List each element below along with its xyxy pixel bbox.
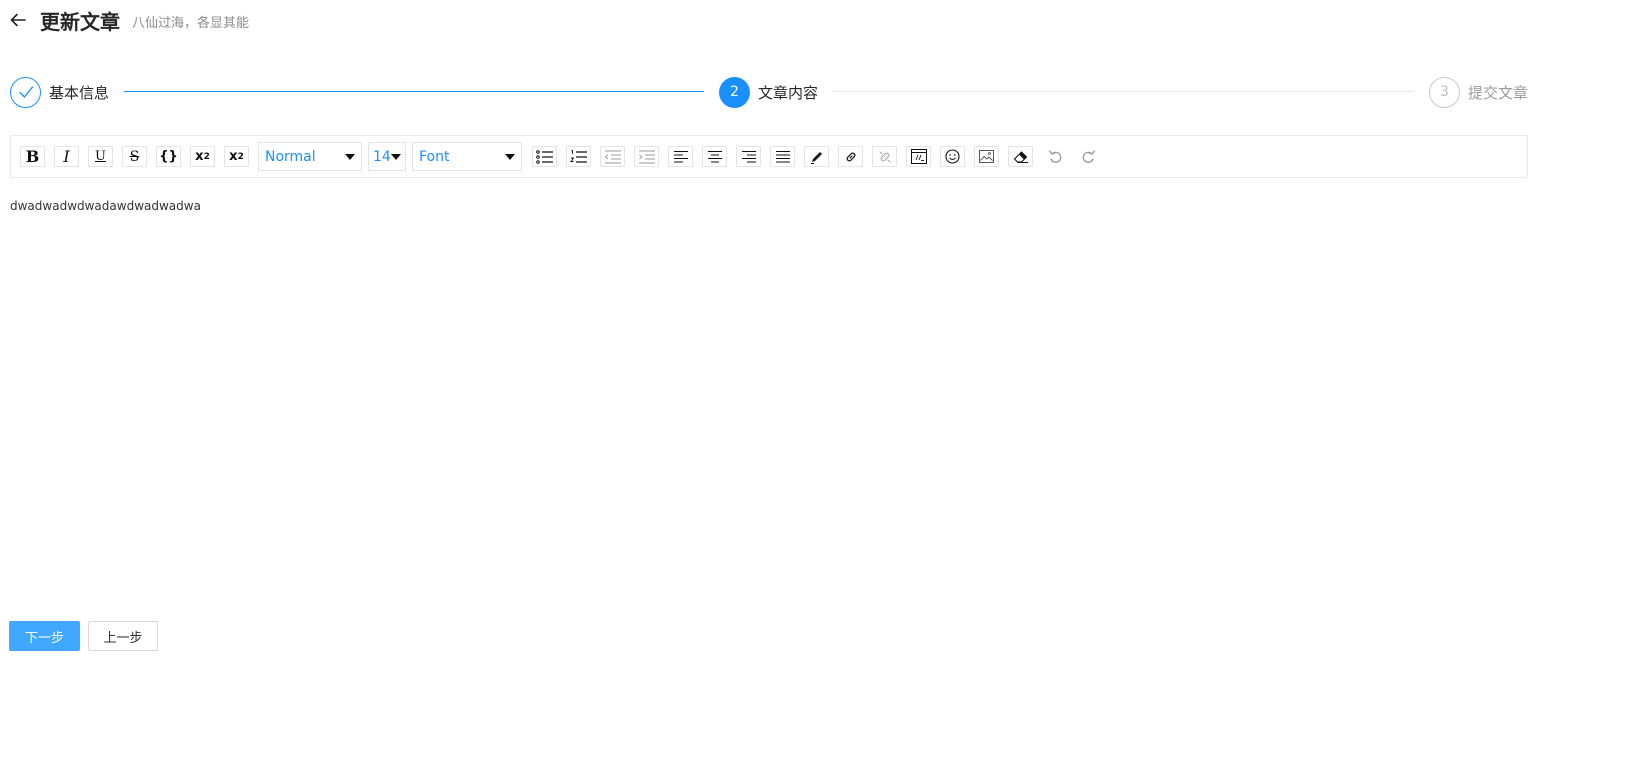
align-left-button[interactable] — [668, 146, 693, 167]
step-label: 提交文章 — [1468, 83, 1529, 102]
font-size-select[interactable]: 14 — [368, 142, 406, 171]
indent-button[interactable] — [634, 146, 659, 167]
step-connector-done — [124, 91, 704, 92]
caret-down-icon — [505, 153, 515, 160]
step-article-content[interactable]: 2 文章内容 — [719, 76, 818, 108]
superscript-base: x — [195, 149, 204, 164]
step-label: 文章内容 — [758, 83, 819, 102]
editor-content[interactable]: dwadwadwdwadawdwadwadwa — [10, 199, 201, 213]
redo-button[interactable] — [1076, 146, 1101, 167]
underline-button[interactable]: U — [88, 146, 113, 167]
align-right-icon — [741, 150, 756, 162]
caret-down-icon — [345, 153, 355, 160]
align-center-button[interactable] — [702, 146, 727, 167]
smile-icon — [945, 149, 960, 164]
page-title: 更新文章 — [40, 9, 120, 34]
step-connector-wait — [833, 91, 1413, 92]
bullet-list-button[interactable] — [532, 146, 557, 167]
back-button[interactable] — [8, 10, 28, 30]
undo-button[interactable] — [1042, 146, 1067, 167]
editor-toolbar: B I U S {} x2 x2 Normal 14 Font — [10, 135, 1528, 178]
indent-icon — [638, 150, 655, 163]
link-icon — [846, 152, 855, 161]
step-number: 3 — [1429, 76, 1460, 108]
heading-select-value: Normal — [265, 148, 316, 165]
font-family-select[interactable]: Font — [412, 142, 522, 171]
superscript-button[interactable]: x2 — [190, 146, 215, 167]
image-button[interactable] — [974, 146, 999, 167]
emoji-button[interactable] — [940, 146, 965, 167]
embed-icon — [910, 149, 927, 164]
bullet-list-icon — [535, 149, 553, 164]
code-block-button[interactable]: {} — [156, 146, 181, 167]
step-basic-info[interactable]: 基本信息 — [10, 76, 109, 108]
step-number: 2 — [719, 76, 750, 108]
check-icon — [18, 86, 33, 98]
arrow-left-icon — [10, 13, 26, 27]
unlink-button[interactable] — [872, 146, 897, 167]
steps-bar: 基本信息 2 文章内容 3 提交文章 — [10, 76, 1530, 108]
undo-icon — [1048, 150, 1061, 163]
link-button[interactable] — [838, 146, 863, 167]
page-subtitle: 八仙过海，各显其能 — [132, 15, 250, 31]
subscript-button[interactable]: x2 — [224, 146, 249, 167]
caret-down-icon — [391, 153, 401, 160]
italic-button[interactable]: I — [54, 146, 79, 167]
outdent-button[interactable] — [600, 146, 625, 167]
prev-step-button[interactable]: 上一步 — [88, 621, 158, 651]
unlink-icon — [878, 150, 891, 163]
clear-format-button[interactable] — [1008, 146, 1033, 167]
align-center-icon — [707, 150, 722, 162]
superscript-exp: 2 — [203, 151, 210, 162]
bold-button[interactable]: B — [20, 146, 45, 167]
next-step-button[interactable]: 下一步 — [9, 621, 80, 651]
step-circle — [10, 76, 41, 108]
step-submit-article[interactable]: 3 提交文章 — [1429, 76, 1528, 108]
eraser-icon — [1013, 150, 1028, 163]
image-icon — [979, 150, 994, 163]
page-header: 更新文章 八仙过海，各显其能 — [8, 6, 249, 34]
redo-icon — [1082, 150, 1095, 163]
text-color-button[interactable] — [804, 146, 829, 167]
step-label: 基本信息 — [49, 83, 110, 102]
embed-button[interactable] — [906, 146, 931, 167]
font-size-select-value: 14 — [373, 148, 391, 165]
pen-icon — [810, 151, 822, 164]
align-left-icon — [673, 150, 688, 162]
subscript-base: x — [229, 149, 238, 164]
align-justify-icon — [775, 150, 790, 162]
align-right-button[interactable] — [736, 146, 761, 167]
ordered-list-icon — [569, 149, 587, 163]
outdent-icon — [604, 150, 621, 163]
align-justify-button[interactable] — [770, 146, 795, 167]
strikethrough-button[interactable]: S — [122, 146, 147, 167]
subscript-exp: 2 — [237, 151, 244, 162]
ordered-list-button[interactable] — [566, 146, 591, 167]
font-family-select-value: Font — [419, 148, 450, 165]
heading-select[interactable]: Normal — [258, 142, 362, 171]
